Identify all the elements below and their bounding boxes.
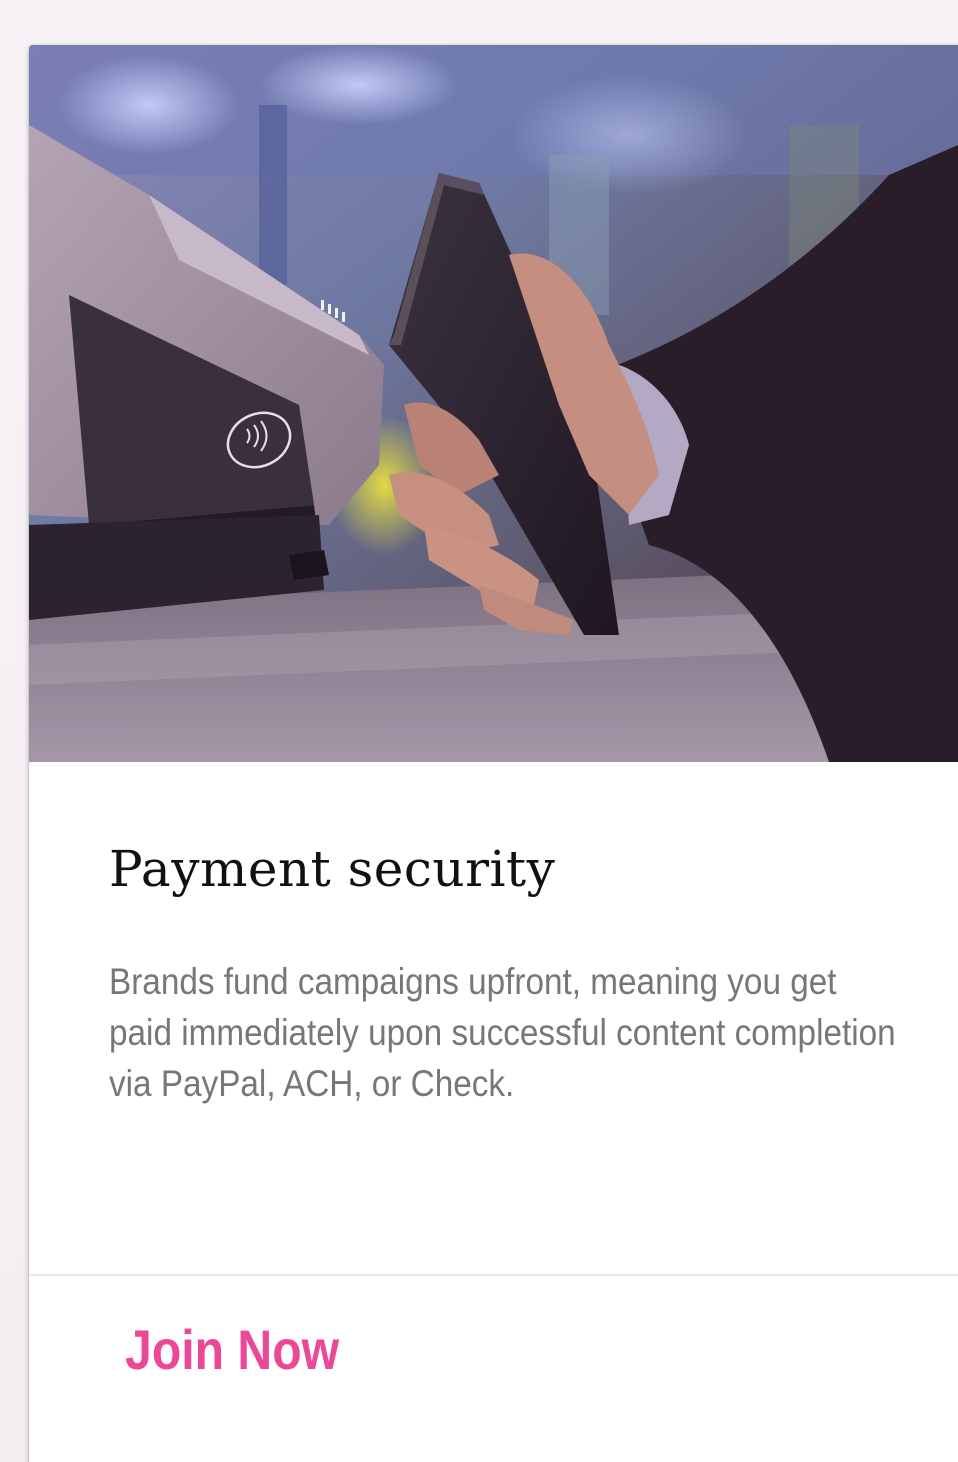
payment-security-card: Payment security Brands fund campaigns u… — [29, 45, 958, 1462]
card-title: Payment security — [109, 840, 556, 898]
join-now-button[interactable]: Join Now — [113, 1312, 351, 1388]
card-actions: Join Now — [29, 1276, 958, 1462]
card-description: Brands fund campaigns upfront, meaning y… — [109, 961, 896, 1104]
card-image — [29, 45, 958, 762]
card-body: Payment security Brands fund campaigns u… — [29, 762, 958, 1274]
